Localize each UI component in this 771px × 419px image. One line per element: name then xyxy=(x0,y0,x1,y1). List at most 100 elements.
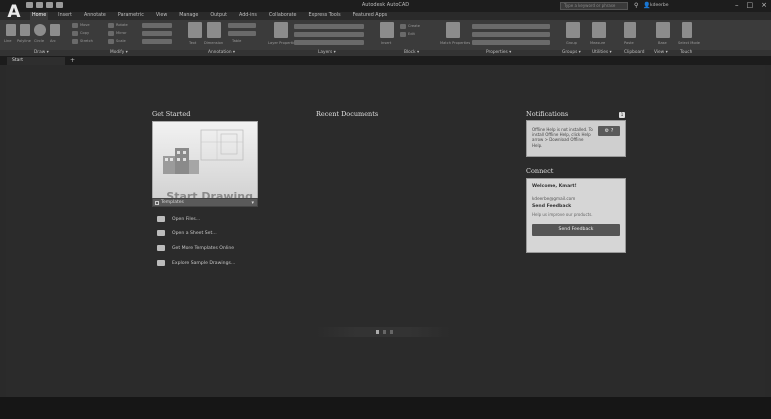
select-mode-icon[interactable] xyxy=(682,22,692,38)
explore-samples-link[interactable]: Explore Sample Drawings... xyxy=(157,260,235,266)
notification-count-badge: 1 xyxy=(619,112,625,118)
page-dot-learn[interactable] xyxy=(383,330,386,334)
maximize-button[interactable]: □ xyxy=(747,1,754,9)
get-more-templates-link[interactable]: Get More Templates Online xyxy=(157,245,234,251)
tab-home[interactable]: Home xyxy=(30,12,49,20)
arc-label: Arc xyxy=(50,39,56,43)
measure-icon[interactable] xyxy=(592,22,606,38)
page-dot-extra[interactable] xyxy=(390,330,393,334)
connect-heading: Connect xyxy=(526,167,554,175)
explore-samples-label: Explore Sample Drawings... xyxy=(172,260,236,266)
array-icon[interactable] xyxy=(142,39,172,44)
page-navigator xyxy=(316,327,450,337)
create-block-icon[interactable] xyxy=(400,24,406,29)
color-dropdown[interactable] xyxy=(472,24,550,29)
line-tool-icon[interactable] xyxy=(6,24,16,36)
new-tab-button[interactable]: + xyxy=(70,57,75,65)
scale-label[interactable]: Scale xyxy=(116,39,126,43)
tab-insert[interactable]: Insert xyxy=(56,12,74,20)
layer-properties-icon[interactable] xyxy=(274,22,288,38)
table-label[interactable]: Table xyxy=(232,39,241,43)
copy-icon[interactable] xyxy=(72,31,78,36)
insert-block-icon[interactable] xyxy=(380,22,394,38)
leader-icon[interactable] xyxy=(228,23,256,28)
tab-parametric[interactable]: Parametric xyxy=(116,12,146,20)
stretch-icon[interactable] xyxy=(72,39,78,44)
table-icon[interactable] xyxy=(228,31,256,36)
match-properties-icon[interactable] xyxy=(446,22,460,38)
rotate-label[interactable]: Rotate xyxy=(116,23,128,27)
tab-add-ins[interactable]: Add-ins xyxy=(237,12,259,20)
send-feedback-button[interactable]: Send Feedback xyxy=(532,224,620,236)
trim-icon[interactable] xyxy=(142,23,172,28)
edit-block-icon[interactable] xyxy=(400,32,406,37)
layer-dropdown[interactable] xyxy=(294,24,364,29)
polyline-label: Polyline xyxy=(17,39,31,43)
match-properties-label: Match Properties xyxy=(440,41,471,45)
paste-icon[interactable] xyxy=(624,22,636,38)
group-label: Group xyxy=(566,41,577,45)
status-bar xyxy=(0,397,771,419)
mirror-icon[interactable] xyxy=(108,31,114,36)
tab-view[interactable]: View xyxy=(154,12,169,20)
notification-message: Offline Help is not installed. To instal… xyxy=(532,127,593,148)
application-menu-button[interactable]: A xyxy=(4,2,24,22)
circle-tool-icon[interactable] xyxy=(34,24,46,36)
tab-output[interactable]: Output xyxy=(208,12,229,20)
sheet-set-icon xyxy=(157,230,165,236)
base-label: Base xyxy=(658,41,667,45)
line-label: Line xyxy=(4,39,12,43)
mirror-label[interactable]: Mirror xyxy=(116,31,127,35)
templates-dropdown[interactable]: Templates ▾ xyxy=(152,198,258,207)
scale-icon[interactable] xyxy=(108,39,114,44)
rotate-icon[interactable] xyxy=(108,23,114,28)
base-view-icon[interactable] xyxy=(656,22,670,38)
polyline-tool-icon[interactable] xyxy=(20,24,30,36)
measure-label: Measure xyxy=(590,41,606,45)
page-dots xyxy=(376,330,393,334)
page-dot-create[interactable] xyxy=(376,330,379,334)
move-label[interactable]: Move xyxy=(80,23,90,27)
arc-tool-icon[interactable] xyxy=(50,24,60,36)
copy-label[interactable]: Copy xyxy=(80,31,89,35)
text-tool-icon[interactable] xyxy=(188,22,202,38)
help-settings-button[interactable]: ⚙ ? xyxy=(598,126,620,136)
user-name[interactable]: kdeerbe xyxy=(650,3,668,8)
chevron-down-icon: ▾ xyxy=(251,200,254,206)
move-icon[interactable] xyxy=(72,23,78,28)
search-icon[interactable]: ⚲ xyxy=(634,2,638,9)
layer-tools-row[interactable] xyxy=(294,32,364,37)
document-tabs: Start + xyxy=(0,56,771,65)
tab-start[interactable]: Start xyxy=(7,57,65,65)
create-label[interactable]: Create xyxy=(408,24,420,28)
tab-manage[interactable]: Manage xyxy=(177,12,200,20)
minimize-button[interactable]: – xyxy=(735,1,739,9)
folder-icon xyxy=(157,216,165,222)
tab-collaborate[interactable]: Collaborate xyxy=(267,12,299,20)
stretch-label[interactable]: Stretch xyxy=(80,39,93,43)
welcome-text: Welcome, Kmart! xyxy=(532,184,577,189)
linetype-dropdown[interactable] xyxy=(472,32,550,37)
open-files-link[interactable]: Open Files... xyxy=(157,216,200,222)
dimension-tool-icon[interactable] xyxy=(207,22,221,38)
get-more-templates-label: Get More Templates Online xyxy=(172,245,235,251)
circle-label: Circle xyxy=(34,39,45,43)
close-button[interactable]: × xyxy=(761,1,767,9)
start-drawing-card[interactable]: Start Drawing xyxy=(152,121,258,207)
tab-featured-apps[interactable]: Featured Apps xyxy=(351,12,390,20)
text-label: Text xyxy=(189,41,197,45)
feedback-help-text: Help us improve our products. xyxy=(532,212,593,217)
lineweight-dropdown[interactable] xyxy=(472,40,550,45)
fillet-icon[interactable] xyxy=(142,31,172,36)
template-icon xyxy=(155,201,159,205)
user-email[interactable]: kdeerbe@gmail.com xyxy=(532,196,575,201)
layer-properties-label: Layer Properties xyxy=(268,41,298,45)
tab-express-tools[interactable]: Express Tools xyxy=(307,12,343,20)
search-input[interactable]: Type a keyword or phrase xyxy=(560,2,628,10)
open-sheet-set-link[interactable]: Open a Sheet Set... xyxy=(157,230,217,236)
layer-tools-row-2[interactable] xyxy=(294,40,364,45)
tab-annotate[interactable]: Annotate xyxy=(82,12,108,20)
group-icon[interactable] xyxy=(566,22,580,38)
edit-label[interactable]: Edit xyxy=(408,32,415,36)
window-controls: – □ × xyxy=(735,1,767,9)
